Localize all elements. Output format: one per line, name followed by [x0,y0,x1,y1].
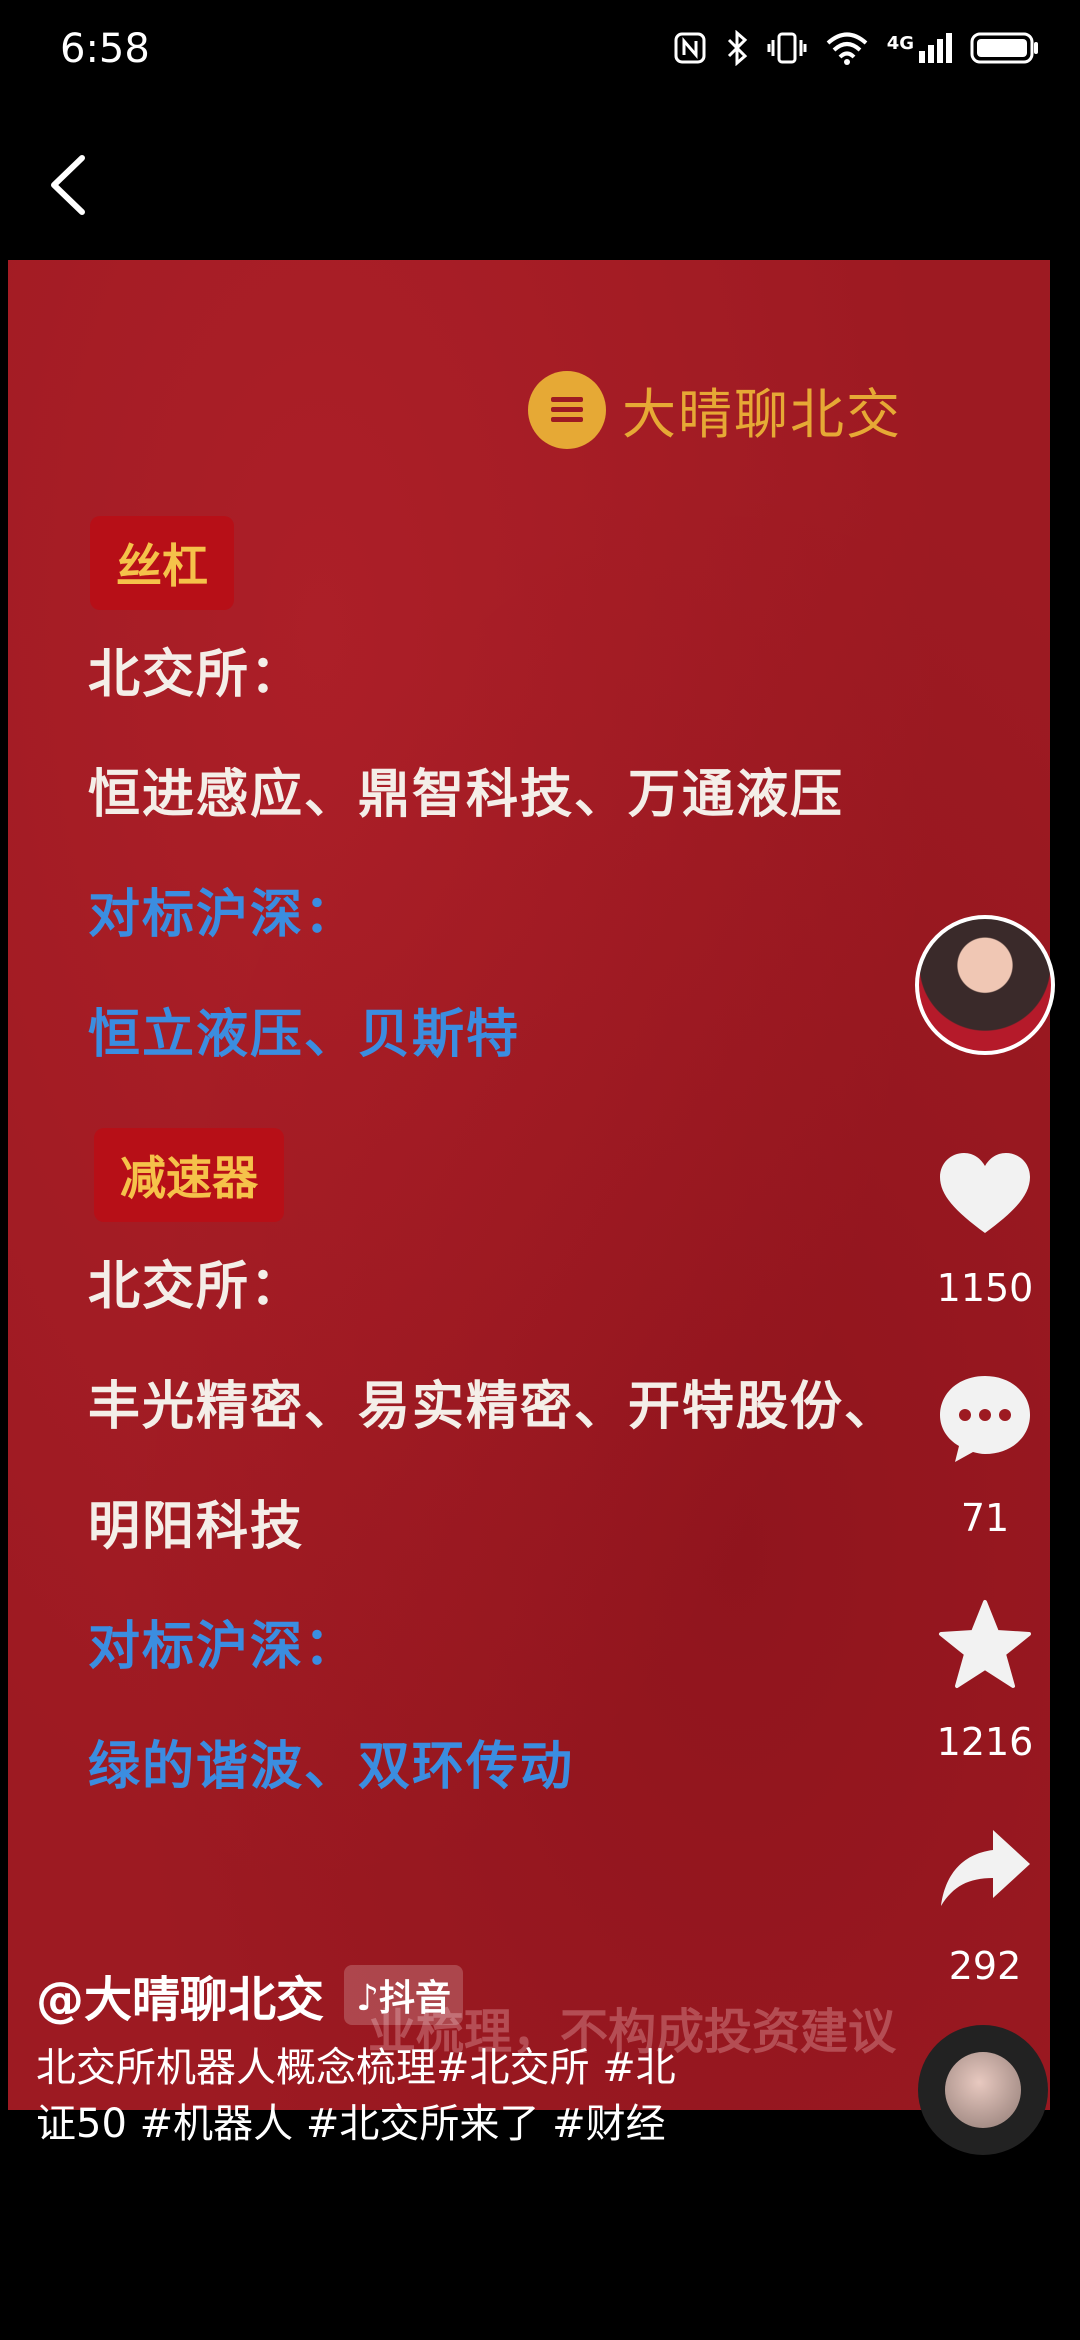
share-count: 292 [948,1944,1022,1988]
music-cover [945,2052,1021,2128]
status-bar: 6:58 4G [0,0,1080,110]
section-tag-screw: 丝杠 [90,516,234,610]
back-button[interactable] [38,150,98,220]
video-player[interactable]: 大晴聊北交 丝杠 北交所： 恒进感应、鼎智科技、万通液压 对标沪深： 恒立液压、… [8,260,1050,2110]
section2-line2: 丰光精密、易实精密、开特股份、 [88,1376,899,1437]
battery-icon [970,32,1038,64]
douyin-badge-text: 抖音 [379,1978,452,2019]
logo-text: 大晴聊北交 [622,383,902,446]
author-row: @大晴聊北交 ♪抖音 [36,1960,464,2030]
share-icon[interactable] [935,1820,1035,1920]
favorite-count: 1216 [936,1720,1034,1764]
douyin-logo-icon: ♪ [356,1978,379,2019]
video-logo: 大晴聊北交 [528,370,902,449]
comment-icon[interactable] [935,1368,1035,1468]
douyin-badge: ♪抖音 [344,1965,464,2025]
network-label: 4G [886,33,914,54]
music-disc-icon[interactable] [918,2025,1048,2155]
signal-4g-icon: 4G [887,33,952,63]
author-avatar[interactable] [915,915,1055,1055]
section-tag-reducer: 减速器 [94,1128,284,1222]
nfc-icon [674,32,706,64]
section2-line3: 明阳科技 [88,1496,305,1557]
section1-line2: 恒进感应、鼎智科技、万通液压 [88,764,845,825]
video-description[interactable]: 北交所机器人概念梳理#北交所 #北 证50 #机器人 #北交所来了 #财经 [36,2040,796,2152]
bluetooth-icon [727,30,747,66]
description-line2: 证50 #机器人 #北交所来了 #财经 [36,2101,666,2147]
section1-line4: 恒立液压、贝斯特 [88,1004,521,1065]
status-icons: 4G [673,30,1040,66]
vibrate-icon [767,32,807,64]
section2-line4: 对标沪深： [88,1616,359,1677]
section2-line5: 绿的谐波、双环传动 [88,1736,575,1797]
like-count: 1150 [936,1266,1034,1310]
section2-line1: 北交所： [88,1256,305,1317]
menu-logo-icon [528,370,606,449]
section1-line1: 北交所： [88,644,305,705]
favorite-icon[interactable] [935,1596,1035,1696]
status-time: 6:58 [60,26,150,72]
author-name[interactable]: @大晴聊北交 [36,1960,324,2030]
comment-count: 71 [960,1496,1010,1540]
wifi-icon [826,32,868,65]
description-line1: 北交所机器人概念梳理#北交所 #北 [36,2045,676,2091]
section1-line3: 对标沪深： [88,884,359,945]
like-icon[interactable] [935,1145,1035,1245]
